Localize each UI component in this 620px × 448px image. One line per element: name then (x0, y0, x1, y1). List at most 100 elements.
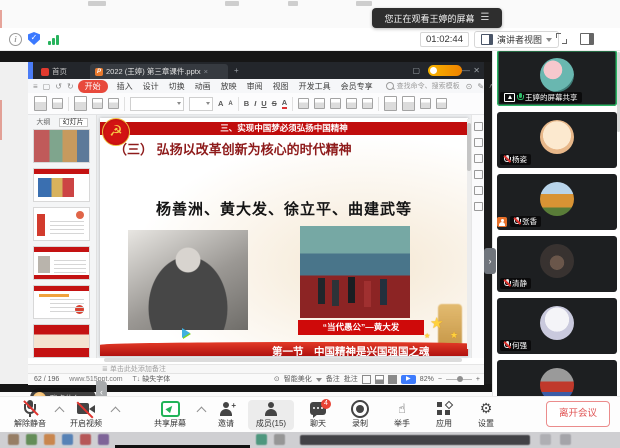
share-screen-button[interactable]: 共享屏幕 (146, 400, 194, 430)
read-view-icon[interactable] (388, 375, 397, 384)
bold-button[interactable]: B (244, 99, 249, 108)
side-tool-icon[interactable] (474, 170, 483, 179)
banner-menu-icon[interactable]: ☰ (481, 13, 490, 23)
taskbar-group[interactable] (300, 435, 530, 445)
participant-tile[interactable]: 杨姿 (497, 112, 617, 168)
chat-button[interactable]: 4 聊天 (298, 400, 338, 430)
new-tab-button[interactable]: + (234, 66, 239, 75)
taskbar-icon[interactable] (26, 434, 37, 445)
ribbon-tab-home[interactable]: 开始 (78, 80, 108, 93)
zoom-slider[interactable] (446, 379, 472, 381)
ribbon-tab-transition[interactable]: 切换 (169, 81, 185, 92)
taskbar-icon[interactable] (256, 434, 267, 445)
ribbon-tab-member[interactable]: 会员专享 (341, 81, 373, 92)
slide-thumbnail[interactable] (33, 168, 90, 202)
find-icon[interactable] (436, 98, 447, 109)
tab-close-icon[interactable]: × (204, 67, 208, 76)
strikethrough-button[interactable]: S (272, 99, 277, 108)
apps-button[interactable]: 应用 (424, 400, 464, 430)
leave-meeting-button[interactable]: 离开会议 (546, 401, 610, 427)
arrange-icon[interactable] (420, 98, 431, 109)
layout-icon[interactable] (92, 98, 103, 109)
security-shield-icon[interactable]: ✓ (28, 32, 40, 45)
ribbon-tab-review[interactable]: 审阅 (247, 81, 263, 92)
ribbon-tab-animation[interactable]: 动画 (195, 81, 211, 92)
zoom-out-button[interactable]: − (438, 374, 442, 385)
side-tool-icon[interactable] (474, 154, 483, 163)
save-icon[interactable]: ▢ (43, 82, 51, 91)
window-minimize-icon[interactable]: — (462, 66, 470, 75)
side-tool-icon[interactable] (474, 138, 483, 147)
wps-home-tab[interactable]: 首页 (36, 64, 72, 79)
missing-font-icon[interactable]: T↓ (133, 376, 141, 383)
taskbar-icon[interactable] (540, 434, 551, 445)
participant-tile[interactable]: 何强 (497, 298, 617, 354)
fullscreen-icon[interactable] (556, 33, 567, 44)
viewer-banner[interactable]: 您正在观看王婷的屏幕 ☰ (372, 8, 502, 28)
missing-font-label[interactable]: 缺失字体 (142, 376, 170, 383)
bullets-icon[interactable] (298, 98, 309, 109)
ribbon-tab-developer[interactable]: 开发工具 (299, 81, 331, 92)
align-left-icon[interactable] (330, 98, 341, 109)
slideshow-play-button[interactable]: ▶ (401, 375, 416, 384)
sidebar-toggle-icon[interactable] (580, 33, 594, 45)
collab-icon[interactable]: ✎ (477, 82, 484, 91)
participant-tile[interactable]: 王婷的屏幕共享 (497, 50, 617, 106)
audio-options-chevron[interactable] (55, 407, 65, 417)
ribbon-tab-slideshow[interactable]: 放映 (221, 81, 237, 92)
participant-tile[interactable]: 清静 (497, 236, 617, 292)
ribbon-tab-insert[interactable]: 插入 (117, 81, 133, 92)
start-video-button[interactable]: 开启视频 (64, 400, 108, 430)
panel-tab-outline[interactable]: 大纲 (36, 119, 50, 126)
side-tool-icon[interactable] (474, 202, 483, 211)
italic-button[interactable]: I (254, 99, 256, 108)
share-options-chevron[interactable] (197, 407, 207, 417)
slide-thumbnail[interactable] (33, 207, 90, 241)
undo-icon[interactable]: ↺ (55, 82, 62, 91)
raise-hand-button[interactable]: ☝ 举手 (382, 400, 422, 430)
align-center-icon[interactable] (346, 98, 357, 109)
menu-icon[interactable]: ≡ (33, 82, 38, 91)
paste-icon[interactable] (34, 96, 47, 111)
meeting-info-icon[interactable]: i (9, 33, 22, 46)
font-grow-icon[interactable]: A (218, 99, 223, 108)
sorter-view-icon[interactable] (375, 375, 384, 384)
status-comments-button[interactable]: 批注 (344, 374, 358, 385)
taskbar-icon[interactable] (8, 434, 19, 445)
ribbon-tab-view[interactable]: 视图 (273, 81, 289, 92)
taskbar-icon[interactable] (44, 434, 55, 445)
sync-icon[interactable]: ⊙ (466, 82, 473, 91)
slide-horizontal-scrollbar[interactable] (104, 358, 462, 362)
window-close-icon[interactable]: ✕ (473, 66, 480, 75)
taskbar-icon[interactable] (98, 434, 109, 445)
numbering-icon[interactable] (314, 98, 325, 109)
slide-thumbnail[interactable] (33, 285, 90, 319)
shapes-icon[interactable] (402, 96, 415, 111)
slide-thumbnail[interactable] (33, 246, 90, 280)
beautify-button[interactable]: 智能美化 (284, 374, 312, 385)
font-color-button[interactable]: A (282, 98, 287, 109)
format-painter-icon[interactable] (52, 98, 63, 109)
panel-tab-slides[interactable]: 幻灯片 (59, 118, 88, 127)
side-tool-icon[interactable] (474, 122, 483, 131)
text-box-icon[interactable] (384, 96, 397, 111)
status-notes-button[interactable]: 备注 (326, 374, 340, 385)
taskbar-icon[interactable] (560, 434, 571, 445)
wps-account-pill[interactable] (428, 65, 462, 76)
slide-thumbnail[interactable] (33, 324, 90, 358)
line-spacing-icon[interactable] (362, 98, 373, 109)
record-button[interactable]: 录制 (340, 400, 380, 430)
window-layout-icon[interactable]: ▢ (412, 66, 420, 75)
video-options-chevron[interactable] (111, 407, 121, 417)
underline-button[interactable]: U (261, 99, 266, 108)
ribbon-tab-design[interactable]: 设计 (143, 81, 159, 92)
taskbar-icon[interactable] (62, 434, 73, 445)
font-size-select[interactable] (189, 97, 213, 111)
view-mode-button[interactable]: 演讲者视图 (474, 31, 559, 48)
redo-icon[interactable]: ↻ (67, 82, 74, 91)
taskbar-icon[interactable] (274, 434, 285, 445)
current-slide[interactable]: 三、实现中国梦必须弘扬中国精神 ☭ （三） 弘扬以改革创新为核心的时代精神 杨善… (100, 118, 468, 356)
slide-thumbnail[interactable] (33, 129, 90, 163)
font-family-select[interactable] (130, 97, 184, 111)
font-shrink-icon[interactable]: A (228, 101, 232, 107)
